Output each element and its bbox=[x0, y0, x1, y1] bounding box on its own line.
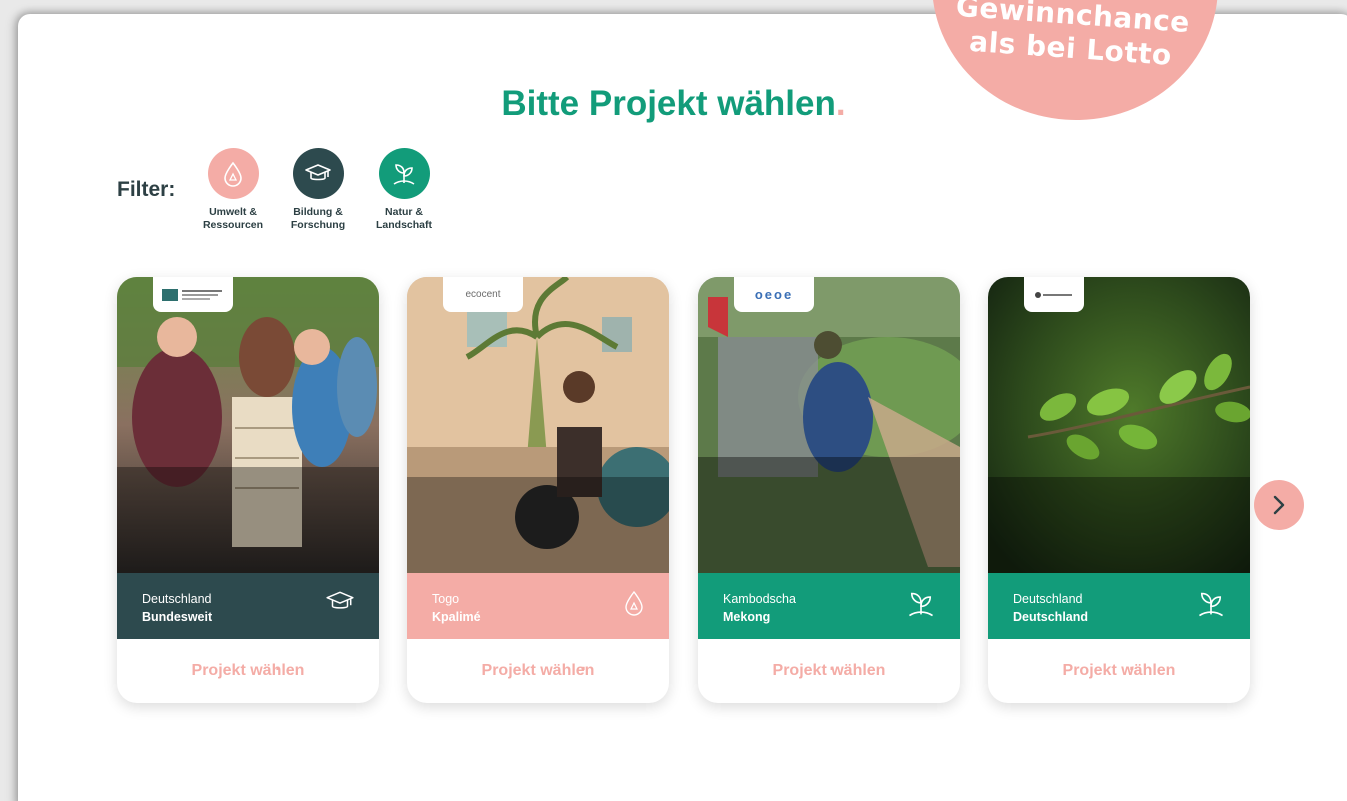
filter-circle[interactable] bbox=[292, 148, 344, 199]
project-country: Deutschland bbox=[142, 592, 212, 606]
project-info-band: Togo Kpalimé bbox=[407, 573, 669, 639]
partner-logo bbox=[153, 277, 233, 312]
graduation-cap-icon bbox=[305, 163, 331, 180]
project-info-band: Deutschland Deutschland bbox=[988, 573, 1250, 639]
project-country: Deutschland bbox=[1013, 592, 1083, 606]
choose-project-button[interactable]: Projekt wählen bbox=[698, 639, 960, 703]
water-drop-icon bbox=[224, 161, 242, 187]
water-drop-icon bbox=[625, 590, 643, 616]
filter-circle[interactable] bbox=[207, 148, 259, 199]
partner-logo-mark bbox=[162, 288, 222, 301]
filter-label-natur: Natur & Landschaft bbox=[375, 206, 432, 231]
chevron-right-icon bbox=[1273, 495, 1285, 515]
project-region: Kpalimé bbox=[432, 610, 481, 624]
filter-label-umwelt: Umwelt & Ressourcen bbox=[202, 206, 264, 231]
plant-sprout-icon bbox=[909, 592, 933, 617]
filter-umwelt-ressourcen[interactable]: Umwelt & Ressourcen bbox=[193, 148, 273, 232]
project-info-band: Deutschland Bundesweit bbox=[117, 573, 379, 639]
project-card-maritime-muellabfuhr[interactable]: oeoe Maritime Müllabfuhr. Kambodscha Mek… bbox=[698, 277, 960, 703]
project-region: Mekong bbox=[723, 610, 771, 624]
project-card-klimabildung[interactable]: Klimabildung. Deutschland Bundesweit Pro… bbox=[117, 277, 379, 703]
choose-project-button[interactable]: Projekt wählen bbox=[988, 639, 1250, 703]
project-photo bbox=[988, 277, 1250, 573]
filter-natur-landschaft[interactable]: Natur & Landschaft bbox=[364, 148, 444, 232]
partner-logo-mark bbox=[1035, 291, 1072, 298]
project-country: Kambodscha bbox=[723, 592, 796, 606]
project-photo bbox=[407, 277, 669, 573]
project-photo bbox=[117, 277, 379, 573]
project-country: Togo bbox=[432, 592, 460, 606]
project-info-band: Kambodscha Mekong bbox=[698, 573, 960, 639]
graduation-cap-icon bbox=[326, 591, 354, 609]
partner-logo bbox=[1024, 277, 1084, 312]
project-photo bbox=[698, 277, 960, 573]
project-card-waldschutz[interactable]: Waldschutz. Deutschland Deutschland Proj… bbox=[988, 277, 1250, 703]
plant-sprout-icon bbox=[1199, 592, 1223, 617]
carousel-next-button[interactable] bbox=[1254, 480, 1304, 530]
choose-project-button[interactable]: Projekt wählen bbox=[117, 639, 379, 703]
filter-bildung-forschung[interactable]: Bildung & Forschung bbox=[278, 148, 358, 232]
partner-logo: ecocent bbox=[443, 277, 523, 312]
filter-label-bildung: Bildung & Forschung bbox=[290, 206, 346, 231]
filter-circle[interactable] bbox=[378, 148, 430, 199]
project-region: Deutschland bbox=[1013, 610, 1089, 624]
filter-label: Filter: bbox=[117, 178, 176, 201]
project-card-muell-recycling[interactable]: ecocent Müll-Recycling. Togo Kpalimé Pro… bbox=[407, 277, 669, 703]
project-region: Bundesweit bbox=[142, 610, 213, 624]
plant-sprout-icon bbox=[393, 163, 415, 185]
partner-logo: oeoe bbox=[734, 277, 814, 312]
choose-project-button[interactable]: Projekt wählen bbox=[407, 639, 669, 703]
